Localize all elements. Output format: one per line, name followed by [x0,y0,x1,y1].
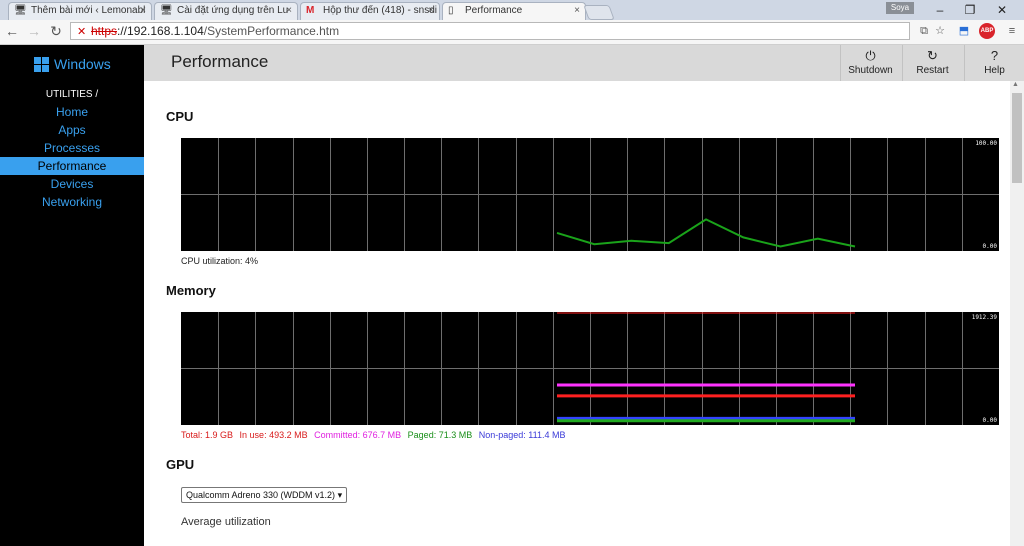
cpu-utilization-line [556,218,856,248]
close-icon[interactable]: × [428,3,434,19]
windows-icon [34,57,50,73]
power-icon: ⏻ [865,48,876,63]
close-icon[interactable]: × [140,3,146,19]
translate-icon[interactable]: ⧉ [916,23,932,39]
forward-icon[interactable]: → [26,23,42,39]
memory-inuse-text: In use: 493.2 MB [239,430,308,440]
help-icon: ? [990,48,999,63]
extension-icon[interactable]: ⬒ [956,23,972,39]
main-content: CPU 100.00 0.00 CPU utilization: 4% Memo… [144,81,1010,546]
sidebar: Windows UTILITIES / Home Apps Processes … [0,45,144,546]
reload-icon[interactable]: ↻ [48,23,64,39]
restore-icon[interactable]: ❐ [956,2,984,18]
restart-label: Restart [916,65,949,76]
menu-icon[interactable]: ≡ [1004,23,1020,39]
back-icon[interactable]: ← [4,23,20,39]
bookmark-star-icon[interactable]: ☆ [932,23,948,39]
browser-tab-4[interactable]: ▯ Performance × [442,2,586,20]
logo-text: Windows [54,56,111,72]
sidebar-item-networking[interactable]: Networking [0,193,144,211]
adblock-icon[interactable]: ABP [979,23,995,39]
browser-tab-1[interactable]: 🖥 Thêm bài mới ‹ Lemonabl × [8,2,152,20]
profile-button[interactable]: Soya [886,2,914,14]
url-text: https://192.168.1.104/SystemPerformance.… [91,24,340,38]
sidebar-item-devices[interactable]: Devices [0,175,144,193]
help-button[interactable]: ? Help [964,45,1024,81]
monitor-icon: 🖥 [160,5,173,16]
minimize-icon[interactable]: – [926,2,954,18]
cpu-max-label: 100.00 [975,140,997,147]
scrollbar-thumb[interactable] [1012,93,1022,183]
shutdown-label: Shutdown [848,65,893,76]
sidebar-item-performance[interactable]: Performance [0,157,144,175]
scroll-up-icon[interactable]: ▲ [1012,81,1019,88]
memory-section-title: Memory [166,283,216,298]
monitor-icon: 🖥 [14,5,27,16]
gpu-average-utilization-label: Average utilization [181,516,271,528]
sidebar-item-home[interactable]: Home [0,103,144,121]
memory-paged-text: Paged: 71.3 MB [407,430,473,440]
memory-graph-svg [181,312,999,425]
tab-title: Performance [465,5,523,16]
memory-graph: 1912.39 0.00 [181,312,999,425]
memory-min-label: 0.00 [982,417,997,424]
tab-title: Cài đặt ứng dụng trên Lu [177,5,289,16]
gpu-adapter-value: Qualcomm Adreno 330 (WDDM v1.2) [186,490,336,500]
memory-nonpaged-text: Non-paged: 111.4 MB [478,430,566,440]
sidebar-item-processes[interactable]: Processes [0,139,144,157]
cpu-min-label: 0.00 [982,243,997,250]
memory-max-label: 1912.39 [971,314,997,321]
memory-committed-text: Committed: 676.7 MB [314,430,402,440]
page-icon: ▯ [448,5,454,16]
cpu-section-title: CPU [166,109,194,124]
cpu-graph-svg [181,138,999,251]
browser-tab-2[interactable]: 🖥 Cài đặt ứng dụng trên Lu × [154,2,298,20]
close-icon[interactable]: × [574,3,580,19]
gmail-icon: M [306,5,315,16]
new-tab-button[interactable] [583,5,615,20]
browser-tab-bar: 🖥 Thêm bài mới ‹ Lemonabl × 🖥 Cài đặt ứn… [0,0,1024,20]
page-title: Performance [171,52,269,71]
cpu-utilization-text: CPU utilization: 4% [181,256,259,266]
gpu-adapter-select[interactable]: Qualcomm Adreno 330 (WDDM v1.2) ▾ [181,487,348,503]
tab-title: Thêm bài mới ‹ Lemonabl [31,5,146,16]
nav-heading: UTILITIES / [45,89,99,100]
memory-legend: Total: 1.9 GB In use: 493.2 MB Committed… [181,430,569,440]
page-scrollbar[interactable]: ▲ [1010,81,1024,546]
chevron-down-icon: ▾ [337,490,343,500]
memory-total-text: Total: 1.9 GB [181,430,234,440]
tab-title: Hộp thư đến (418) - snsdi [323,5,437,16]
browser-tab-3[interactable]: M Hộp thư đến (418) - snsdi × [300,2,440,20]
gpu-section-title: GPU [166,457,195,472]
help-label: Help [984,65,1005,76]
cpu-graph: 100.00 0.00 [181,138,999,251]
windows-logo: Windows [34,55,111,73]
header-bar: Performance ⏻ Shutdown ↻ Restart ? Help [144,45,1024,81]
shutdown-button[interactable]: ⏻ Shutdown [840,45,900,81]
address-row: ← → ↻ ✕ https://192.168.1.104/SystemPerf… [0,20,1024,45]
close-icon[interactable]: × [286,3,292,19]
window-close-icon[interactable]: ✕ [988,2,1016,18]
address-bar[interactable]: ✕ https://192.168.1.104/SystemPerformanc… [70,22,910,40]
insecure-lock-icon: ✕ [77,26,87,38]
restart-button[interactable]: ↻ Restart [902,45,962,81]
sidebar-item-apps[interactable]: Apps [0,121,144,139]
restart-icon: ↻ [927,48,938,63]
